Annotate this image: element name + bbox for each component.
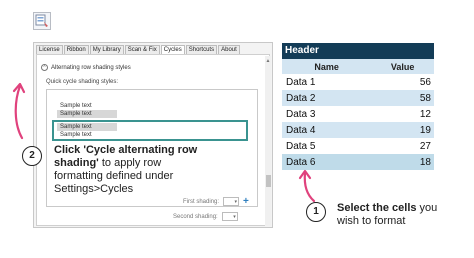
style-option-selected[interactable]: Sample text Sample text [57, 123, 117, 139]
scrollbar[interactable]: ▲ [265, 56, 271, 226]
step-1-bold-text: Select the cells [337, 202, 417, 214]
settings-dialog: License Ribbon My Library Scan & Fix Cyc… [33, 42, 273, 228]
cell-name[interactable]: Data 4 [282, 122, 372, 138]
table-row[interactable]: Data 5 27 [282, 138, 434, 154]
cell-value[interactable]: 19 [371, 122, 434, 138]
table-header-banner: Header [282, 43, 434, 59]
data-table: Header Name Value Data 1 56 Data 2 58 Da… [282, 43, 434, 170]
column-header-row: Name Value [282, 59, 434, 74]
table-row[interactable]: Data 3 12 [282, 106, 434, 122]
second-shading-row: Second shading: ▾ [173, 212, 238, 221]
sample-line-shaded: Sample text [57, 123, 117, 131]
scroll-thumb[interactable] [266, 175, 271, 187]
section-label: Alternating row shading styles [51, 64, 131, 71]
first-shading-row: First shading: ▾ + [183, 197, 249, 207]
plus-icon[interactable]: + [243, 197, 249, 207]
cell-value[interactable]: 12 [371, 106, 434, 122]
step-2-badge: 2 [22, 146, 42, 166]
dropdown-caret-icon: ▾ [234, 199, 238, 205]
section-header[interactable]: ⌃ Alternating row shading styles [41, 64, 131, 71]
cycles-panel: ⌃ Alternating row shading styles Quick c… [36, 54, 271, 226]
cell-value[interactable]: 58 [371, 90, 434, 106]
sample-line: Sample text [60, 132, 92, 138]
cell-value[interactable]: 56 [371, 74, 434, 90]
step-1-instruction: Select the cells you wish to format [337, 202, 447, 228]
second-shading-select[interactable]: ▾ [221, 212, 238, 221]
step-2-instruction: Click 'Cycle alternating row shading' to… [54, 144, 204, 196]
column-header-value: Value [371, 59, 434, 74]
app-icon[interactable] [33, 12, 51, 30]
cell-name[interactable]: Data 2 [282, 90, 372, 106]
table-row[interactable]: Data 1 56 [282, 74, 434, 90]
curved-arrow-icon [298, 169, 316, 203]
cell-name[interactable]: Data 3 [282, 106, 371, 122]
style-option[interactable]: Sample text Sample text [57, 102, 117, 118]
chevron-up-icon: ⌃ [41, 64, 48, 71]
step-1-badge: 1 [306, 202, 326, 222]
cell-value[interactable]: 27 [371, 138, 434, 154]
table-row[interactable]: Data 2 58 [282, 90, 434, 106]
cell-name[interactable]: Data 1 [282, 74, 371, 90]
scroll-up-arrow-icon[interactable]: ▲ [265, 58, 271, 64]
second-shading-label: Second shading: [173, 213, 218, 220]
curved-arrow-icon [12, 82, 26, 140]
cell-name[interactable]: Data 6 [282, 154, 372, 170]
table-row[interactable]: Data 4 19 [282, 122, 434, 138]
sample-line: Sample text [60, 103, 92, 109]
cell-value[interactable]: 18 [371, 154, 434, 170]
first-shading-label: First shading: [183, 198, 220, 205]
column-header-name: Name [282, 59, 372, 74]
quick-styles-label: Quick cycle shading styles: [46, 79, 119, 85]
cell-name[interactable]: Data 5 [282, 138, 371, 154]
sample-line-shaded: Sample text [57, 110, 117, 118]
dropdown-caret-icon: ▾ [233, 214, 236, 220]
first-shading-select[interactable]: ▾ [223, 197, 240, 206]
table-row[interactable]: Data 6 18 [282, 154, 434, 170]
